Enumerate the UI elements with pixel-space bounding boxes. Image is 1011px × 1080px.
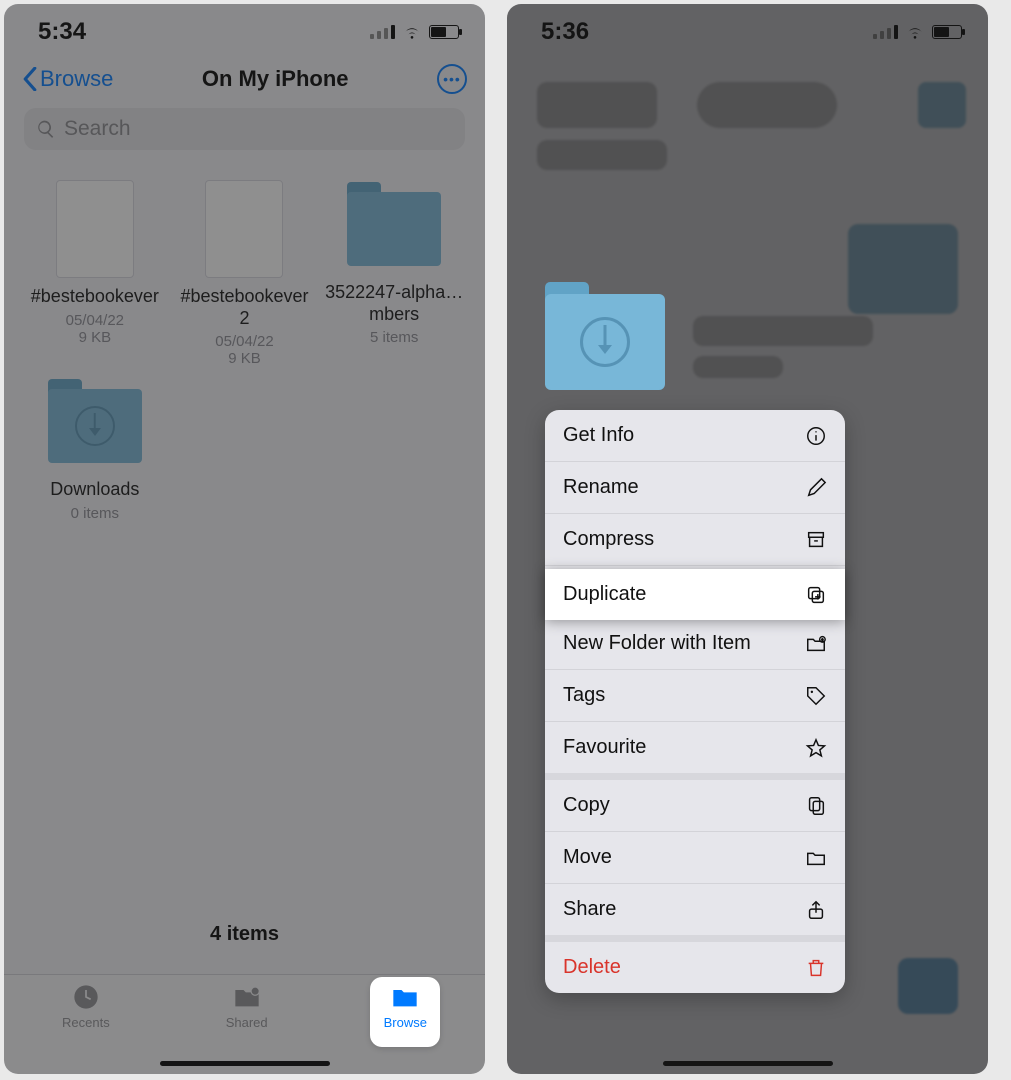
back-label: Browse bbox=[40, 66, 113, 92]
shared-folder-icon bbox=[232, 983, 262, 1011]
item-name: #bestebookever bbox=[20, 286, 170, 308]
search-input[interactable]: Search bbox=[24, 108, 465, 150]
screenshot-right: 5:36 Get Info Rename Compr bbox=[507, 4, 988, 1074]
more-button[interactable]: ••• bbox=[437, 64, 467, 94]
file-thumbnail bbox=[205, 180, 283, 278]
file-item[interactable]: #bestebookever 05/04/22 9 KB bbox=[20, 180, 170, 367]
page-title: On My iPhone bbox=[202, 66, 349, 92]
menu-favourite[interactable]: Favourite bbox=[545, 721, 845, 773]
menu-share[interactable]: Share bbox=[545, 883, 845, 935]
status-right bbox=[370, 24, 459, 40]
folder-icon bbox=[805, 847, 827, 869]
battery-icon bbox=[932, 25, 962, 39]
search-placeholder: Search bbox=[64, 117, 131, 141]
copy-icon bbox=[805, 795, 827, 817]
tab-label: Recents bbox=[62, 1015, 110, 1030]
cellular-icon bbox=[873, 25, 898, 39]
star-icon bbox=[805, 737, 827, 759]
archive-icon bbox=[805, 529, 827, 551]
info-icon bbox=[805, 425, 827, 447]
status-bar: 5:36 bbox=[507, 4, 988, 56]
battery-icon bbox=[429, 25, 459, 39]
menu-label: Share bbox=[563, 898, 616, 921]
file-item[interactable]: #bestebookever 2 05/04/22 9 KB bbox=[170, 180, 320, 367]
home-indicator bbox=[663, 1061, 833, 1066]
menu-label: Favourite bbox=[563, 736, 646, 759]
item-date: 05/04/22 bbox=[170, 333, 320, 350]
menu-get-info[interactable]: Get Info bbox=[545, 410, 845, 461]
folder-icon bbox=[347, 192, 441, 266]
item-date: 05/04/22 bbox=[20, 312, 170, 329]
status-time: 5:34 bbox=[38, 18, 86, 46]
menu-label: New Folder with Item bbox=[563, 632, 751, 655]
menu-label: Compress bbox=[563, 528, 654, 551]
duplicate-icon bbox=[805, 584, 827, 606]
item-name: #bestebookever 2 bbox=[170, 286, 320, 329]
wifi-icon bbox=[401, 24, 423, 40]
item-meta: 5 items bbox=[319, 329, 469, 346]
menu-copy[interactable]: Copy bbox=[545, 780, 845, 831]
nav-header: Browse On My iPhone ••• bbox=[4, 56, 485, 102]
menu-delete[interactable]: Delete bbox=[545, 942, 845, 993]
items-grid: #bestebookever 05/04/22 9 KB #bestebooke… bbox=[4, 150, 485, 522]
ellipsis-icon: ••• bbox=[443, 71, 461, 87]
folder-item-downloads[interactable]: Downloads 0 items bbox=[20, 377, 170, 522]
menu-label: Duplicate bbox=[563, 583, 646, 606]
pencil-icon bbox=[805, 477, 827, 499]
item-size: 9 KB bbox=[20, 329, 170, 346]
cellular-icon bbox=[370, 25, 395, 39]
menu-duplicate-highlight[interactable]: Duplicate bbox=[545, 569, 845, 620]
tab-browse[interactable]: Browse bbox=[384, 983, 427, 1074]
wifi-icon bbox=[904, 24, 926, 40]
share-icon bbox=[805, 899, 827, 921]
home-indicator bbox=[160, 1061, 330, 1066]
status-bar: 5:34 bbox=[4, 4, 485, 56]
folder-icon bbox=[390, 983, 420, 1011]
tab-bar: Recents Shared Browse bbox=[4, 974, 485, 1074]
menu-label: Get Info bbox=[563, 424, 634, 447]
menu-new-folder[interactable]: New Folder with Item bbox=[545, 617, 845, 669]
tab-recents[interactable]: Recents bbox=[62, 983, 110, 1074]
back-button[interactable]: Browse bbox=[22, 66, 113, 92]
menu-label: Rename bbox=[563, 476, 639, 499]
status-right bbox=[873, 24, 962, 40]
item-name: Downloads bbox=[20, 479, 170, 501]
file-thumbnail bbox=[56, 180, 134, 278]
trash-icon bbox=[805, 957, 827, 979]
menu-label: Copy bbox=[563, 794, 610, 817]
folder-plus-icon bbox=[805, 633, 827, 655]
status-time: 5:36 bbox=[541, 18, 589, 46]
menu-tags[interactable]: Tags bbox=[545, 669, 845, 721]
item-size: 9 KB bbox=[170, 350, 320, 367]
tab-label: Browse bbox=[384, 1015, 427, 1030]
menu-compress[interactable]: Compress bbox=[545, 513, 845, 565]
item-meta: 0 items bbox=[20, 505, 170, 522]
item-count: 4 items bbox=[4, 923, 485, 946]
context-menu: Get Info Rename Compress Duplicate New F… bbox=[545, 410, 845, 993]
tag-icon bbox=[805, 685, 827, 707]
item-name: 3522247-alpha…mbers bbox=[319, 282, 469, 325]
screenshot-left: 5:34 Browse On My iPhone ••• Search #bes… bbox=[4, 4, 485, 1074]
downloads-folder-icon bbox=[48, 389, 142, 463]
chevron-left-icon bbox=[22, 67, 38, 91]
folder-item[interactable]: 3522247-alpha…mbers 5 items bbox=[319, 180, 469, 367]
tab-label: Shared bbox=[226, 1015, 268, 1030]
selected-folder-icon bbox=[545, 294, 665, 390]
highlighted-duplicate[interactable]: Duplicate bbox=[545, 569, 845, 620]
menu-move[interactable]: Move bbox=[545, 831, 845, 883]
menu-rename[interactable]: Rename bbox=[545, 461, 845, 513]
search-icon bbox=[36, 119, 56, 139]
menu-label: Tags bbox=[563, 684, 605, 707]
menu-label: Move bbox=[563, 846, 612, 869]
menu-label: Delete bbox=[563, 956, 621, 979]
clock-icon bbox=[71, 983, 101, 1011]
